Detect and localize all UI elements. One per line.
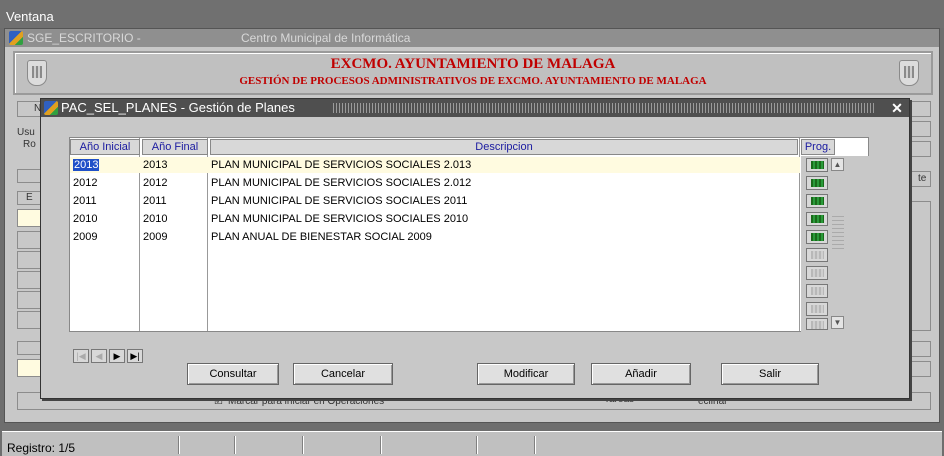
table-row[interactable]: 2013 [70, 157, 140, 173]
prog-button-disabled [806, 248, 828, 262]
next-record-icon[interactable]: ▶ [109, 349, 125, 363]
prog-button[interactable] [806, 158, 828, 172]
bg-right-scroll [911, 201, 931, 331]
bg-label-usu: Usu [17, 127, 35, 138]
cell-ano-inicial[interactable]: 2013 [73, 159, 100, 171]
mdi-title-left: SGE_ESCRITORIO - [27, 31, 141, 45]
prog-button[interactable] [806, 230, 828, 244]
dialog-title-bar[interactable]: PAC_SEL_PLANES - Gestión de Planes ✕ [41, 99, 909, 117]
prog-button[interactable] [806, 194, 828, 208]
header-ano-inicial[interactable]: Año Inicial [70, 139, 140, 155]
first-record-icon[interactable]: |◀ [73, 349, 89, 363]
dialog-app-icon [44, 101, 58, 115]
prog-button[interactable] [806, 212, 828, 226]
prog-button-disabled [806, 318, 828, 330]
last-record-icon[interactable]: ▶| [127, 349, 143, 363]
cell-ano-final[interactable]: 2011 [140, 193, 208, 209]
dialog-title: PAC_SEL_PLANES - Gestión de Planes [61, 100, 295, 115]
gestion-planes-dialog: PAC_SEL_PLANES - Gestión de Planes ✕ Año… [40, 98, 910, 399]
anadir-button[interactable]: Añadir [591, 363, 691, 385]
coat-of-arms-icon-right [899, 60, 919, 86]
header-ano-final[interactable]: Año Final [142, 139, 208, 155]
header-subtitle: GESTIÓN DE PROCESOS ADMINISTRATIVOS DE E… [239, 75, 707, 87]
bg-right-te: te [911, 171, 931, 187]
cell-ano-inicial[interactable]: 2010 [70, 211, 140, 227]
scroll-down-icon[interactable]: ▼ [831, 316, 844, 329]
title-drag-area [333, 103, 875, 113]
scroll-track[interactable] [832, 216, 844, 252]
cell-descripcion[interactable]: PLAN MUNICIPAL DE SERVICIOS SOCIALES 2.0… [208, 157, 800, 173]
cell-ano-final[interactable]: 2013 [140, 157, 208, 173]
status-inner: Registro: 1/5 [2, 431, 942, 456]
cell-ano-final[interactable]: 2009 [140, 229, 208, 245]
status-divider [234, 436, 236, 454]
cell-ano-inicial[interactable]: 2012 [70, 175, 140, 191]
menu-ventana[interactable]: Ventana [6, 9, 54, 24]
modificar-button[interactable]: Modificar [477, 363, 575, 385]
mdi-title-right: Centro Municipal de Informática [241, 31, 411, 45]
status-divider [534, 436, 536, 454]
header-descripcion[interactable]: Descripcion [210, 139, 798, 155]
prog-button-disabled [806, 266, 828, 280]
bg-label-te: te [918, 173, 927, 184]
menu-bar: Ventana [0, 0, 944, 28]
prev-record-icon[interactable]: ◀ [91, 349, 107, 363]
cell-ano-inicial[interactable]: 2011 [70, 193, 140, 209]
cell-ano-final[interactable]: 2012 [140, 175, 208, 191]
consultar-button[interactable]: Consultar [187, 363, 279, 385]
status-divider [178, 436, 180, 454]
salir-button[interactable]: Salir [721, 363, 819, 385]
status-divider [380, 436, 382, 454]
status-text: Registro: 1/5 [7, 441, 76, 455]
status-divider [302, 436, 304, 454]
cell-descripcion[interactable]: PLAN MUNICIPAL DE SERVICIOS SOCIALES 201… [208, 211, 800, 227]
bg-label-ro: Ro [23, 139, 36, 150]
header-prog: Prog. [801, 139, 835, 155]
cell-ano-inicial[interactable]: 2009 [70, 229, 140, 245]
cell-descripcion[interactable]: PLAN MUNICIPAL DE SERVICIOS SOCIALES 2.0… [208, 175, 800, 191]
status-divider [476, 436, 478, 454]
plans-grid: Año Inicial Año Final Descripcion Prog. … [69, 137, 869, 332]
prog-button-disabled [806, 284, 828, 298]
bg-right-2 [911, 121, 931, 137]
bg-right-1 [911, 101, 931, 117]
bg-label-e: E [26, 192, 33, 203]
close-icon[interactable]: ✕ [889, 99, 905, 117]
prog-button[interactable] [806, 176, 828, 190]
app-header: EXCMO. AYUNTAMIENTO DE MALAGA GESTIÓN DE… [13, 51, 933, 95]
header-title: EXCMO. AYUNTAMIENTO DE MALAGA [330, 56, 616, 72]
cell-ano-final[interactable]: 2010 [140, 211, 208, 227]
bg-right-5 [911, 361, 931, 377]
cancelar-button[interactable]: Cancelar [293, 363, 393, 385]
status-bar: Registro: 1/5 [0, 423, 944, 456]
cell-descripcion[interactable]: PLAN MUNICIPAL DE SERVICIOS SOCIALES 201… [208, 193, 800, 209]
prog-button-disabled [806, 302, 828, 316]
app-icon [9, 31, 23, 45]
bg-right-4 [911, 341, 931, 357]
mdi-title-bar: SGE_ESCRITORIO - Centro Municipal de Inf… [5, 29, 939, 47]
bg-right-3 [911, 141, 931, 157]
scroll-up-icon[interactable]: ▲ [831, 158, 844, 171]
cell-descripcion[interactable]: PLAN ANUAL DE BIENESTAR SOCIAL 2009 [208, 229, 800, 245]
